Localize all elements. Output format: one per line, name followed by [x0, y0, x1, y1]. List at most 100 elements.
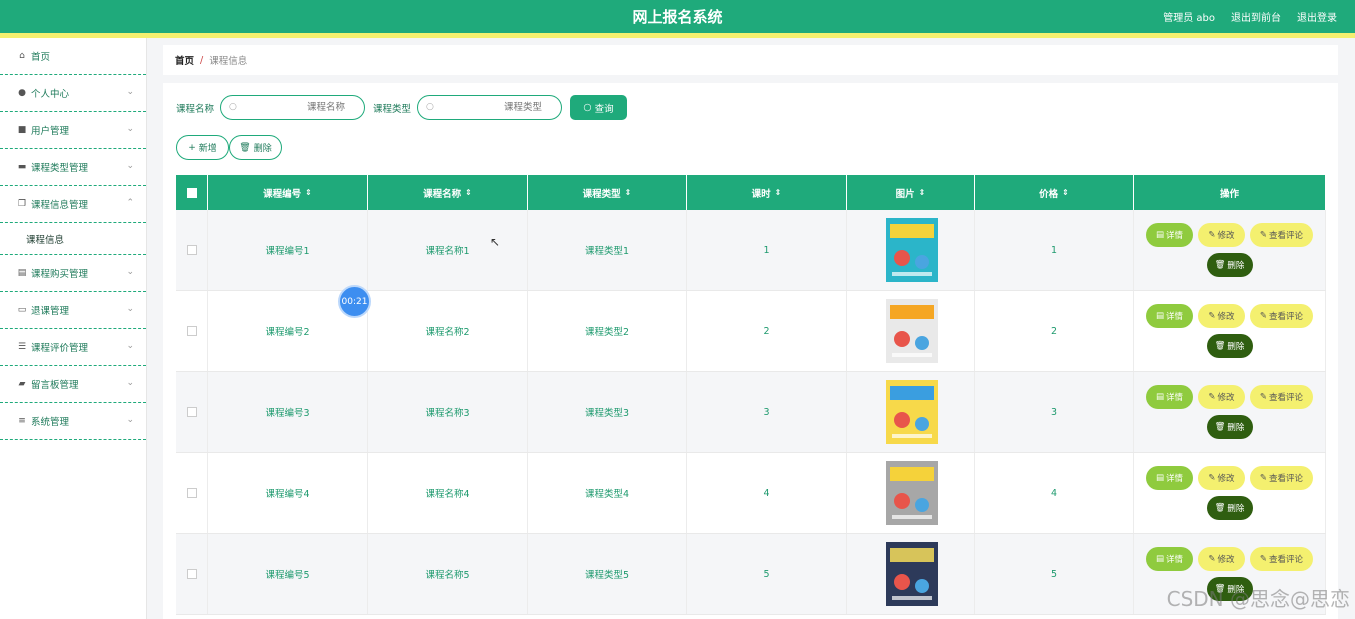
query-button-label: 查询: [594, 103, 614, 115]
chevron-down-icon: ⌄: [126, 161, 134, 171]
ops-line: ▤ 详情 ✎ 修改 ✎ 查看评论: [1146, 547, 1313, 571]
column-header[interactable]: 课时 ⇕: [687, 175, 847, 210]
sidebar-item[interactable]: ▬ 课程类型管理 ⌄: [0, 149, 146, 186]
suitcase-icon: ▰: [18, 379, 26, 389]
cell-image: [847, 453, 975, 533]
chevron-up-icon: ⌃: [126, 198, 134, 208]
row-delete-button[interactable]: 🗑︎ 删除: [1206, 334, 1253, 358]
row-delete-button[interactable]: 🗑︎ 删除: [1206, 253, 1253, 277]
row-delete-button[interactable]: 🗑︎ 删除: [1206, 415, 1253, 439]
exit-to-frontend-link[interactable]: 退出到前台: [1231, 9, 1281, 24]
column-header[interactable]: 课程编号 ⇕: [208, 175, 368, 210]
cell-hours: 3: [687, 372, 847, 452]
view-comments-button[interactable]: ✎ 查看评论: [1250, 304, 1313, 328]
cell-name: 课程名称2: [368, 291, 528, 371]
sidebar-item[interactable]: ■ 用户管理 ⌄: [0, 112, 146, 149]
sort-icon: ⇕: [1062, 188, 1069, 197]
breadcrumb-home[interactable]: 首页: [175, 53, 194, 67]
sidebar-item-label: 退课管理: [31, 306, 70, 317]
delete-button[interactable]: 🗑︎ 删除: [229, 135, 282, 160]
sidebar-item[interactable]: ▤ 课程购买管理 ⌄: [0, 255, 146, 292]
view-comments-button[interactable]: ✎ 查看评论: [1250, 385, 1313, 409]
course-name-label: 课程名称: [176, 103, 215, 115]
watermark: CSDN @思念@思恋: [1166, 587, 1350, 611]
chevron-down-icon: ⌄: [126, 341, 134, 351]
query-button[interactable]: ○ 查询: [570, 95, 628, 120]
view-comments-label: 查看评论: [1269, 312, 1304, 322]
edit-button[interactable]: ✎ 修改: [1198, 466, 1245, 490]
course-book-image[interactable]: [879, 380, 943, 444]
course-book-image[interactable]: [879, 299, 943, 363]
edit-button[interactable]: ✎ 修改: [1198, 223, 1245, 247]
edit-button[interactable]: ✎ 修改: [1198, 547, 1245, 571]
column-header[interactable]: 课程名称 ⇕: [368, 175, 528, 210]
course-book-image[interactable]: [879, 218, 943, 282]
view-comments-button[interactable]: ✎ 查看评论: [1250, 466, 1313, 490]
select-all-checkbox[interactable]: [186, 187, 197, 198]
sidebar-item[interactable]: ≡ 系统管理 ⌄: [0, 403, 146, 440]
row-checkbox[interactable]: [186, 569, 197, 579]
detail-button[interactable]: ▤ 详情: [1146, 223, 1193, 247]
content-panel: 课程名称 ○ 课程类型 ○ ○ 查询 + 新增 🗑︎ 删除 课程编号⇕课程名称⇕…: [163, 83, 1338, 619]
cell-image: [847, 210, 975, 290]
sidebar-item[interactable]: ▰ 留言板管理 ⌄: [0, 366, 146, 403]
clipboard-icon: ▤: [17, 268, 27, 278]
view-comments-label: 查看评论: [1269, 231, 1304, 241]
chevron-down-icon: ⌄: [126, 378, 134, 388]
table-row: 课程编号4 课程名称4 课程类型4 4 4 ▤ 详情 ✎ 修改 ✎ 查看评论 🗑︎ 删除: [176, 453, 1326, 534]
sidebar-item[interactable]: ☰ 课程评价管理 ⌄: [0, 329, 146, 366]
sidebar-item[interactable]: ▭ 退课管理 ⌄: [0, 292, 146, 329]
row-delete-button[interactable]: 🗑︎ 删除: [1206, 496, 1253, 520]
detail-button[interactable]: ▤ 详情: [1146, 547, 1193, 571]
cell-image: [847, 291, 975, 371]
cell-code: 课程编号3: [208, 372, 368, 452]
header-accent-bar: [0, 33, 1355, 38]
sidebar-item-label: 留言板管理: [31, 380, 79, 391]
sort-icon: ⇕: [774, 188, 782, 197]
sort-icon: ⇕: [305, 188, 312, 197]
edit-button[interactable]: ✎ 修改: [1198, 304, 1245, 328]
cell-operations: ▤ 详情 ✎ 修改 ✎ 查看评论 🗑︎ 删除: [1134, 291, 1326, 371]
detail-button[interactable]: ▤ 详情: [1146, 385, 1193, 409]
column-header[interactable]: 课程类型 ⇕: [528, 175, 687, 210]
trash-icon: 🗑︎: [1214, 422, 1226, 432]
edit-icon: ✎: [1259, 311, 1268, 321]
user-icon: ●: [18, 88, 26, 98]
detail-label: 详情: [1166, 231, 1184, 241]
search-icon: ○: [229, 102, 237, 112]
row-delete-label: 删除: [1227, 342, 1245, 352]
table-row: 课程编号3 课程名称3 课程类型3 3 3 ▤ 详情 ✎ 修改 ✎ 查看评论 🗑︎ 删除: [176, 372, 1326, 453]
sidebar-item[interactable]: ❐ 课程信息管理 ⌃: [0, 186, 146, 223]
column-header-label: 图片: [895, 188, 915, 200]
sidebar-subitem-course-info[interactable]: 课程信息: [0, 223, 146, 255]
add-button[interactable]: + 新增: [176, 135, 229, 160]
column-header[interactable]: 价格 ⇕: [975, 175, 1134, 210]
sidebar-item[interactable]: ● 个人中心 ⌄: [0, 75, 146, 112]
logout-link[interactable]: 退出登录: [1297, 9, 1337, 24]
edit-button[interactable]: ✎ 修改: [1198, 385, 1245, 409]
trash-icon: 🗑︎: [239, 142, 251, 153]
list-icon: ☰: [17, 342, 27, 352]
row-checkbox[interactable]: [186, 245, 197, 255]
view-comments-button[interactable]: ✎ 查看评论: [1250, 547, 1313, 571]
sidebar-item[interactable]: ⌂ 首页: [0, 38, 146, 75]
view-comments-button[interactable]: ✎ 查看评论: [1250, 223, 1313, 247]
row-checkbox[interactable]: [186, 407, 197, 417]
column-header[interactable]: 图片 ⇕: [847, 175, 975, 210]
detail-button[interactable]: ▤ 详情: [1146, 304, 1193, 328]
row-checkbox-cell: [176, 534, 208, 614]
course-type-input[interactable]: [418, 96, 562, 119]
edit-label: 修改: [1217, 312, 1235, 322]
row-checkbox[interactable]: [186, 488, 197, 498]
course-name-input[interactable]: [221, 96, 365, 119]
sidebar-item-label: 用户管理: [31, 126, 70, 137]
edit-icon: ✎: [1208, 392, 1216, 402]
admin-label[interactable]: 管理员 abo: [1163, 9, 1215, 24]
book-cover-icon: [885, 299, 938, 363]
course-book-image[interactable]: [879, 542, 943, 606]
trash-icon: 🗑︎: [1214, 503, 1226, 513]
row-checkbox[interactable]: [186, 326, 197, 336]
ops-line: ▤ 详情 ✎ 修改 ✎ 查看评论: [1146, 304, 1313, 328]
detail-button[interactable]: ▤ 详情: [1146, 466, 1193, 490]
course-book-image[interactable]: [879, 461, 943, 525]
